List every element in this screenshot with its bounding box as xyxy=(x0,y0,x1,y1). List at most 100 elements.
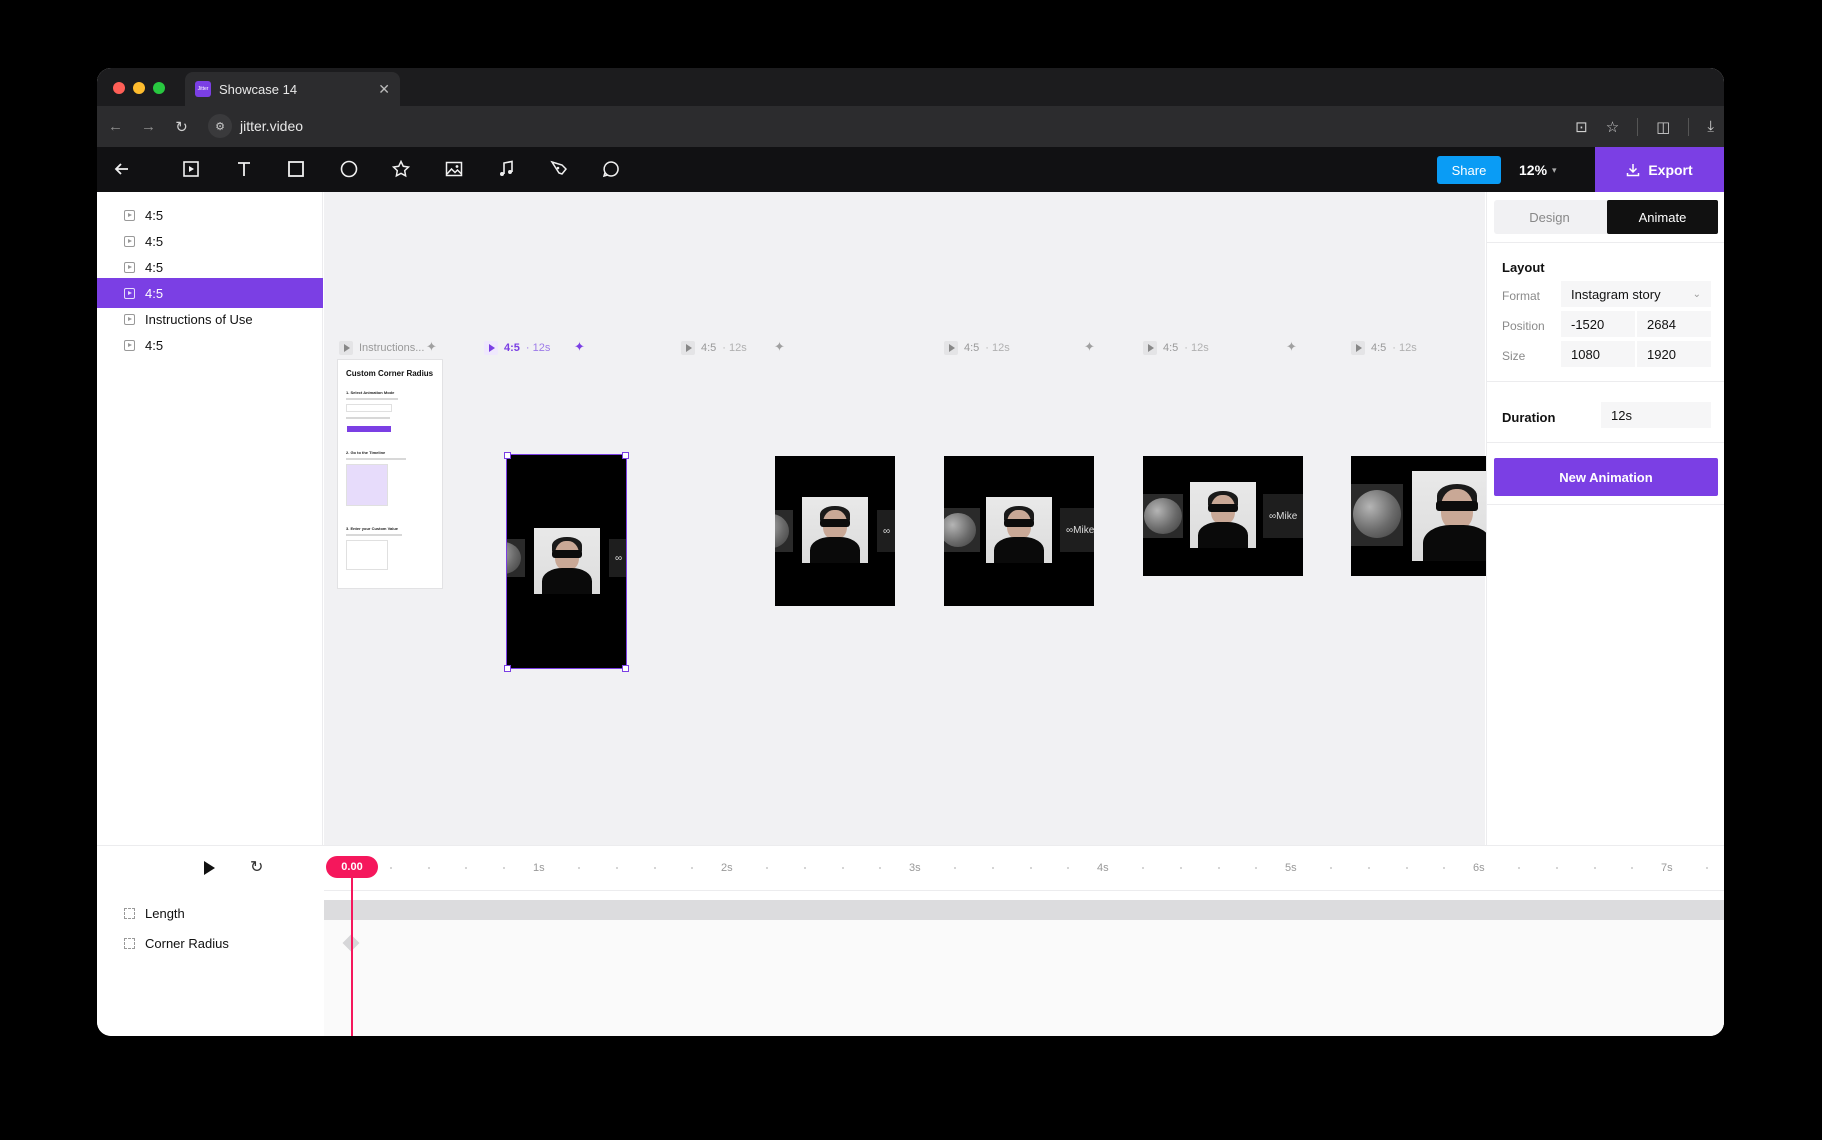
sparkle-icon[interactable]: ✦ xyxy=(774,339,785,355)
frame-label-selected[interactable]: 4:5 · 12s xyxy=(484,340,550,356)
forward-nav-icon[interactable]: → xyxy=(132,118,165,135)
size-height-input[interactable]: 1920 xyxy=(1637,341,1711,367)
sparkle-icon[interactable]: ✦ xyxy=(1084,339,1095,355)
timeline-ruler[interactable]: 1s 2s 3s 4s 5s 6s 7s xyxy=(324,846,1724,891)
tick-dot xyxy=(1330,867,1332,869)
play-icon[interactable] xyxy=(681,341,695,355)
back-arrow-icon[interactable] xyxy=(110,157,134,181)
close-tab-icon[interactable]: ✕ xyxy=(378,81,390,98)
timeline-row-length[interactable]: Length xyxy=(97,898,323,928)
sparkle-icon[interactable]: ✦ xyxy=(574,339,585,355)
length-track-bar[interactable] xyxy=(324,900,1724,920)
resize-handle[interactable] xyxy=(622,665,629,672)
play-icon[interactable] xyxy=(944,341,958,355)
tab-design[interactable]: Design xyxy=(1494,200,1605,234)
frame-label[interactable]: Instructions... xyxy=(339,340,424,356)
pen-icon[interactable] xyxy=(547,157,571,181)
canvas[interactable]: Instructions... ✦ Custom Corner Radius 1… xyxy=(324,192,1565,845)
image-icon[interactable] xyxy=(442,157,466,181)
resize-handle[interactable] xyxy=(504,452,511,459)
tab-title: Showcase 14 xyxy=(219,81,298,97)
layer-label: Instructions of Use xyxy=(145,311,253,327)
properties-panel: Design Animate Layout Format Instagram s… xyxy=(1486,192,1724,845)
layer-item[interactable]: 4:5 xyxy=(97,330,323,360)
timeline-row-label: Corner Radius xyxy=(145,935,229,951)
format-select[interactable]: Instagram story ⌄ xyxy=(1561,281,1711,307)
close-window-button[interactable] xyxy=(113,82,125,94)
loop-icon[interactable]: ↻ xyxy=(250,857,263,877)
frame-duration: · 12s xyxy=(525,342,551,354)
frame-label[interactable]: 4:5 · 12s xyxy=(1143,340,1209,356)
artboard-frame[interactable]: ∞ Mike xyxy=(1143,456,1303,576)
zoom-dropdown[interactable]: 12% ▾ xyxy=(1519,156,1557,184)
music-icon[interactable] xyxy=(494,157,518,181)
layer-label: 4:5 xyxy=(145,259,164,275)
tick-dot xyxy=(503,867,505,869)
portrait-image xyxy=(986,497,1052,563)
instructions-frame[interactable]: Custom Corner Radius 1. Select Animation… xyxy=(337,359,443,589)
new-animation-button[interactable]: New Animation xyxy=(1494,458,1718,496)
artboard-frame[interactable]: ∞ xyxy=(775,456,895,606)
resize-handle[interactable] xyxy=(504,665,511,672)
chevron-down-icon: ▾ xyxy=(1552,164,1557,175)
playhead-badge[interactable]: 0.00 xyxy=(326,856,378,878)
duration-input[interactable]: 12s xyxy=(1601,402,1711,428)
sparkle-icon[interactable]: ✦ xyxy=(1286,339,1297,355)
frame-name: 4:5 xyxy=(504,342,520,354)
zoom-value: 12% xyxy=(1519,162,1548,178)
artboard-frame[interactable]: ∞ Mike xyxy=(944,456,1094,606)
export-button[interactable]: Export xyxy=(1595,147,1724,192)
play-icon[interactable] xyxy=(1143,341,1157,355)
bookmark-star-icon[interactable]: ☆ xyxy=(1606,118,1619,136)
tick-dot xyxy=(1255,867,1257,869)
maximize-window-button[interactable] xyxy=(153,82,165,94)
layers-panel: 4:5 4:5 4:5 4:5 Instructions of Use 4:5 xyxy=(97,192,323,845)
divider xyxy=(1487,381,1724,382)
tick-dot xyxy=(428,867,430,869)
frame-label[interactable]: 4:5 · 12s xyxy=(681,340,747,356)
tick-label: 4s xyxy=(1097,862,1109,874)
instructions-title: Custom Corner Radius xyxy=(346,369,434,378)
site-settings-icon[interactable]: ⚙ xyxy=(208,114,232,138)
playhead-line[interactable] xyxy=(351,878,353,1036)
rectangle-icon[interactable] xyxy=(284,157,308,181)
sparkle-icon[interactable]: ✦ xyxy=(426,339,437,355)
tick-label: 2s xyxy=(721,862,733,874)
play-icon[interactable] xyxy=(1351,341,1365,355)
side-panel-icon[interactable]: ◫ xyxy=(1656,118,1670,136)
track-area[interactable] xyxy=(324,920,1724,1036)
resize-handle[interactable] xyxy=(622,452,629,459)
play-icon[interactable] xyxy=(204,861,215,875)
share-button[interactable]: Share xyxy=(1437,156,1501,184)
ellipse-icon[interactable] xyxy=(337,157,361,181)
browser-window: Jitter Showcase 14 ✕ ← → ↻ ⚙ jitter.vide… xyxy=(97,68,1724,1036)
artboard-icon[interactable] xyxy=(179,157,203,181)
download-icon[interactable]: ⤓ xyxy=(1707,118,1714,135)
minimize-window-button[interactable] xyxy=(133,82,145,94)
url-field[interactable]: ⚙ jitter.video xyxy=(208,112,1588,140)
artboard-frame[interactable]: ∞ xyxy=(506,454,627,669)
play-icon[interactable] xyxy=(339,341,353,355)
logo-card: ∞ xyxy=(609,539,626,577)
tick-dot xyxy=(842,867,844,869)
position-x-input[interactable]: -1520 xyxy=(1561,311,1635,337)
tab-animate[interactable]: Animate xyxy=(1607,200,1718,234)
tick-dot xyxy=(992,867,994,869)
frame-label[interactable]: 4:5 · 12s xyxy=(1351,340,1417,356)
position-y-input[interactable]: 2684 xyxy=(1637,311,1711,337)
install-app-icon[interactable]: ⊡ xyxy=(1575,118,1588,136)
comment-icon[interactable] xyxy=(599,157,623,181)
reload-icon[interactable]: ↻ xyxy=(165,118,198,136)
size-width-input[interactable]: 1080 xyxy=(1561,341,1635,367)
frame-label[interactable]: 4:5 · 12s xyxy=(944,340,1010,356)
browser-tab[interactable]: Jitter Showcase 14 ✕ xyxy=(185,72,400,106)
text-icon[interactable] xyxy=(232,157,256,181)
timeline-row-corner-radius[interactable]: Corner Radius xyxy=(97,928,323,958)
tick-label: 5s xyxy=(1285,862,1297,874)
frame-name: 4:5 xyxy=(964,342,980,354)
back-nav-icon[interactable]: ← xyxy=(99,118,132,135)
format-label: Format xyxy=(1502,289,1541,303)
download-icon xyxy=(1627,163,1640,176)
star-icon[interactable] xyxy=(389,157,413,181)
play-icon[interactable] xyxy=(484,341,498,355)
